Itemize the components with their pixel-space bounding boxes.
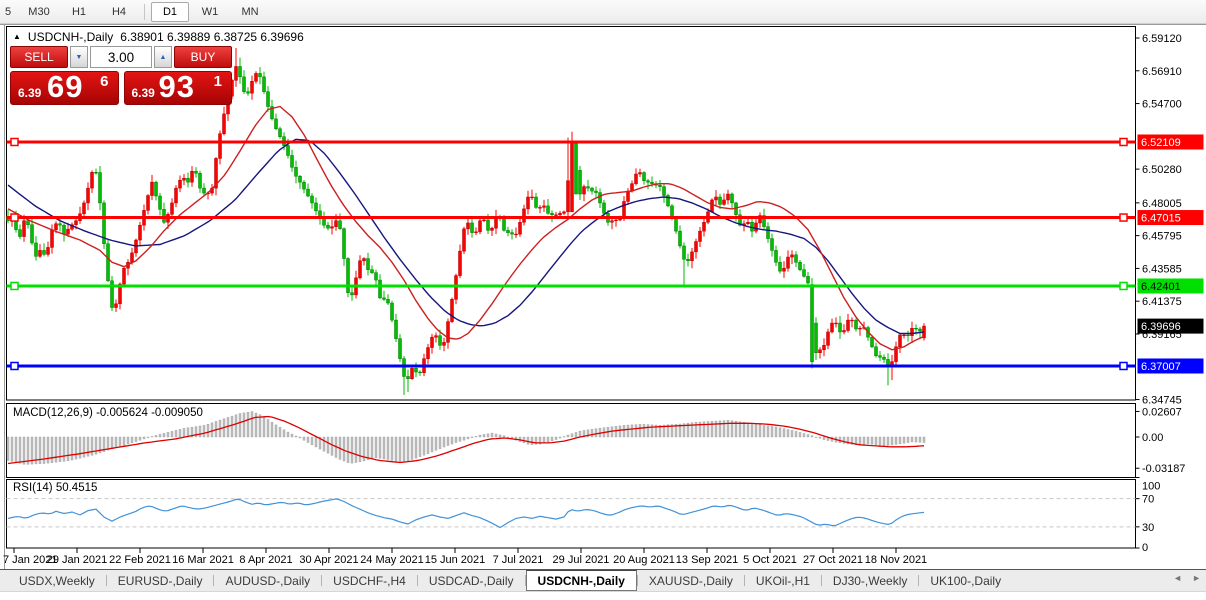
macd-axis-label: 0.00 [1142,432,1163,444]
toolbar-separator [144,3,145,20]
line-handle[interactable] [1119,137,1128,147]
line-handle[interactable] [1119,361,1128,371]
svg-text:6.37007: 6.37007 [1141,361,1181,373]
tab-usdchf-h4[interactable]: USDCHF-,H4 [322,570,417,591]
rsi-axis-label: 70 [1142,494,1154,506]
ohlc-values: 6.38901 6.39889 6.38725 6.39696 [120,30,304,44]
date-axis-label: 16 Mar 2021 [172,554,234,566]
sell-price-pip: 6 [100,73,109,90]
price-badge-6.37007: 6.37007 [1137,358,1204,374]
macd-indicator-label: MACD(12,26,9) -0.005624 -0.009050 [13,407,203,419]
spin-up-icon: ▲ [159,53,167,61]
price-axis-label: 6.54700 [1142,99,1182,111]
buy-price-pip: 1 [213,73,222,90]
tab-scroll-left-icon[interactable]: ◄ [1173,573,1182,583]
buy-price-prefix: 6.39 [131,86,155,100]
symbol-tab-bar: USDX,Weekly EURUSD-,Daily AUDUSD-,Daily USD… [0,569,1206,591]
line-handle[interactable] [10,137,19,147]
date-axis-label: 30 Apr 2021 [299,554,358,566]
line-handle[interactable] [10,213,19,222]
price-axis-label: 6.41375 [1142,296,1182,308]
one-click-trade-panel: SELL ▼ 3.00 ▲ BUY 6.39 69 6 6.39 93 1 [10,46,232,105]
svg-text:6.42401: 6.42401 [1141,281,1181,293]
date-axis-label: 13 Sep 2021 [676,554,738,566]
date-axis-label: 27 Oct 2021 [803,554,863,566]
tab-scroll-right-icon[interactable]: ► [1192,573,1201,583]
volume-decrease-button[interactable]: ▼ [70,46,88,68]
date-axis-label: 29 Jan 2021 [47,554,108,566]
collapse-panel-arrow-icon[interactable]: ▲ [13,33,21,41]
spin-down-icon: ▼ [75,53,83,61]
date-axis-label: 8 Apr 2021 [239,554,292,566]
line-handle[interactable] [1119,281,1128,291]
tab-usdcad-daily[interactable]: USDCAD-,Daily [418,570,525,591]
tab-usdcnh-daily[interactable]: USDCNH-,Daily [525,570,637,591]
volume-increase-button[interactable]: ▲ [154,46,172,68]
price-badge-6.39696: 6.39696 [1137,318,1204,334]
price-badge-6.42401: 6.42401 [1137,278,1204,294]
sell-price-prefix: 6.39 [18,86,42,100]
symbol-title: USDCNH-,Daily [27,30,114,44]
rsi-axis-label: 30 [1142,522,1154,534]
trading-platform-window: 5 M30 H1 H4 D1 W1 MN 6.59120 6.56910 6.54700 6.50… [0,0,1206,600]
line-handle[interactable] [10,281,19,291]
tab-eurusd-daily[interactable]: EURUSD-,Daily [107,570,214,591]
sell-quote-button[interactable]: 6.39 69 6 [10,69,119,105]
timeframe-button-d1[interactable]: D1 [151,1,189,22]
status-strip [0,591,1206,600]
date-axis-label: 22 Feb 2021 [109,554,171,566]
price-axis-label: 6.34745 [1142,395,1182,407]
tab-ukoil-h1[interactable]: UKOil-,H1 [745,570,821,591]
rsi-axis-label: 0 [1142,542,1148,554]
svg-text:6.47015: 6.47015 [1141,213,1181,225]
timeframe-toolbar: 5 M30 H1 H4 D1 W1 MN [0,0,1206,24]
date-axis-label: 15 Jun 2021 [425,554,486,566]
price-axis-label: 6.45795 [1142,231,1182,243]
sell-button[interactable]: SELL [10,46,68,68]
price-axis-label: 6.59120 [1142,33,1182,45]
rsi-axis-label: 100 [1142,481,1160,493]
volume-input[interactable]: 3.00 [90,46,152,68]
tab-audusd-daily[interactable]: AUDUSD-,Daily [214,570,321,591]
svg-text:6.52109: 6.52109 [1141,137,1181,149]
tab-xauusd-daily[interactable]: XAUUSD-,Daily [638,570,744,591]
svg-text:6.39696: 6.39696 [1141,321,1181,333]
macd-axis-label: -0.03187 [1142,463,1185,475]
timeframe-button-w1[interactable]: W1 [191,2,229,22]
macd-axis-label: 0.02607 [1142,406,1182,418]
price-axis-label: 6.50280 [1142,164,1182,176]
timeframe-button-5[interactable]: 5 [1,2,18,22]
chart-title: ▲ USDCNH-,Daily 6.38901 6.39889 6.38725 … [13,30,304,44]
line-handle[interactable] [10,361,19,371]
price-axis-label: 6.56910 [1142,66,1182,78]
timeframe-button-h4[interactable]: H4 [100,2,138,22]
sell-price-big: 69 [47,69,84,104]
timeframe-button-mn[interactable]: MN [231,2,269,22]
timeframe-button-h1[interactable]: H1 [60,2,98,22]
buy-price-big: 93 [158,69,195,104]
date-axis-label: 20 Aug 2021 [613,554,675,566]
date-axis-label: 18 Nov 2021 [865,554,927,566]
date-axis-label: 7 Jul 2021 [493,554,544,566]
date-axis-label: 24 May 2021 [360,554,424,566]
date-axis-label: 5 Oct 2021 [743,554,797,566]
rsi-indicator-label: RSI(14) 50.4515 [13,482,98,494]
buy-button[interactable]: BUY [174,46,232,68]
line-handle[interactable] [1119,213,1128,222]
price-axis-label: 6.43585 [1142,263,1182,275]
tab-usdx-weekly[interactable]: USDX,Weekly [8,570,106,591]
timeframe-button-m30[interactable]: M30 [20,2,58,22]
tab-uk100-daily[interactable]: UK100-,Daily [919,570,1012,591]
price-badge-6.47015: 6.47015 [1137,210,1204,226]
buy-quote-button[interactable]: 6.39 93 1 [123,69,232,105]
price-badge-6.52109: 6.52109 [1137,134,1204,150]
tab-dj30-weekly[interactable]: DJ30-,Weekly [822,570,918,591]
date-axis: 7 Jan 202129 Jan 2021 22 Feb 2021 16 Mar 2… [3,548,927,566]
date-axis-label: 29 Jul 2021 [553,554,610,566]
price-axis-label: 6.48005 [1142,198,1182,210]
